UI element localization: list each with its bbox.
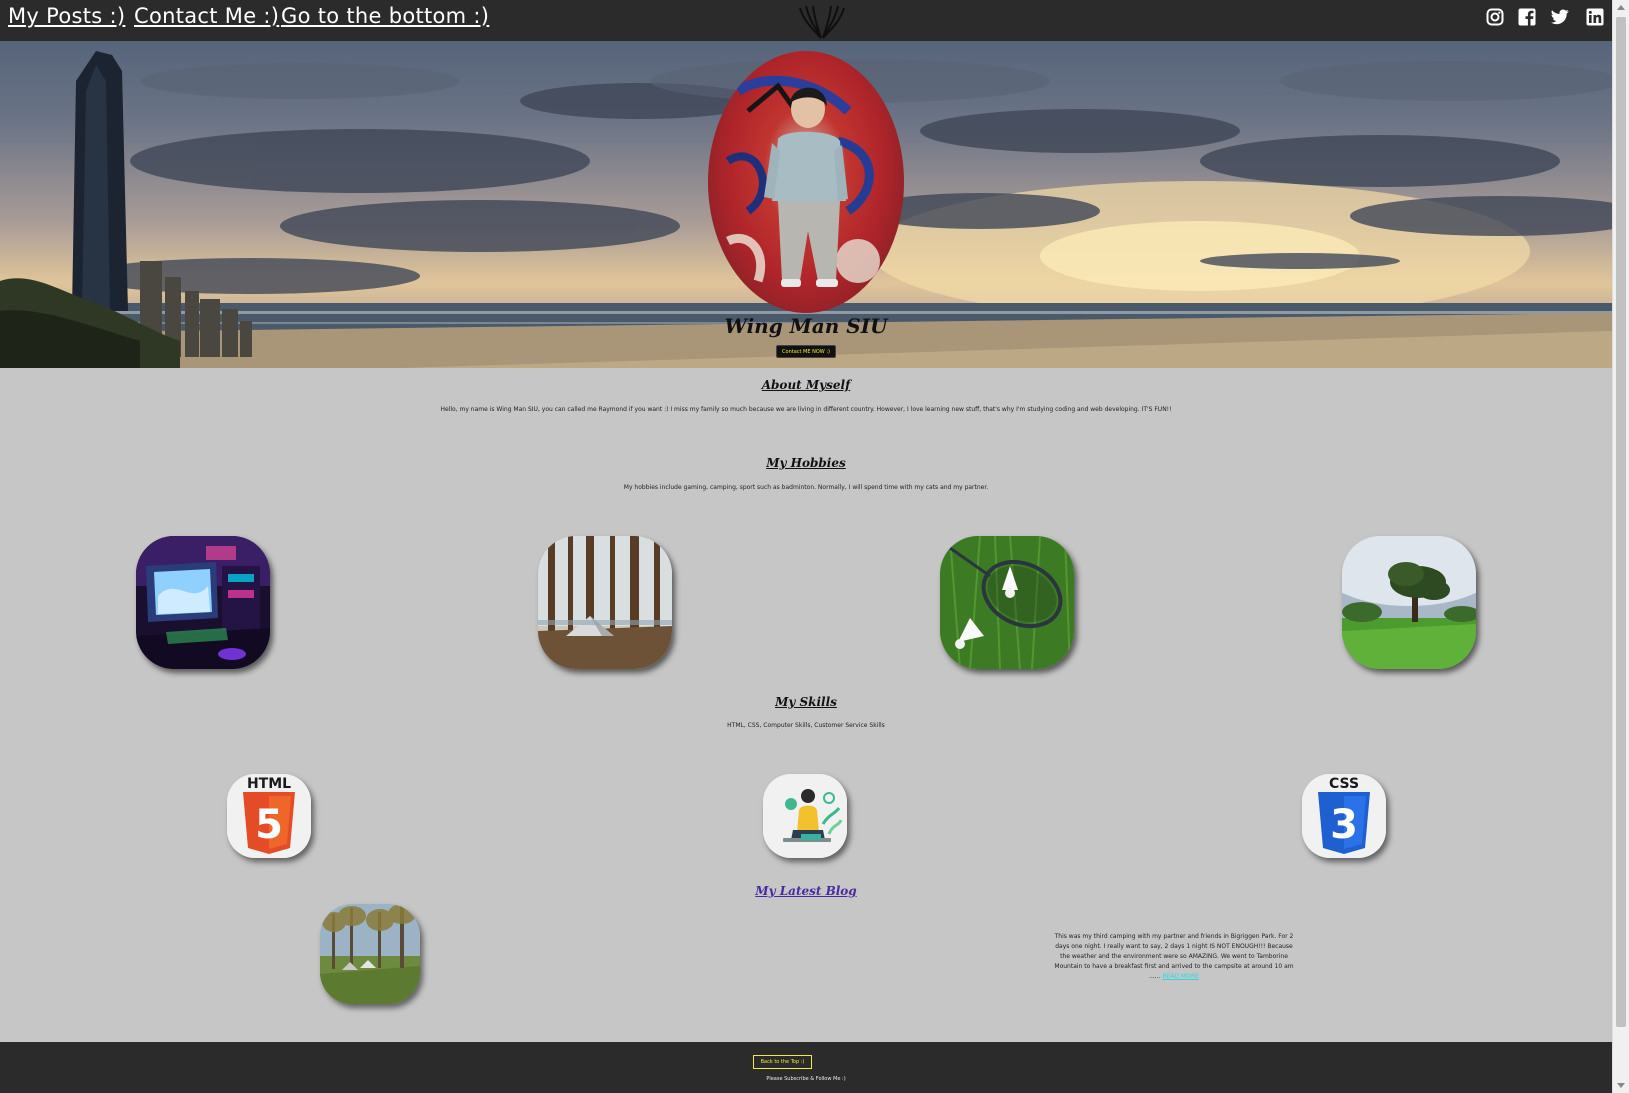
css-number: 3	[1330, 802, 1358, 848]
computer-skills-icon	[763, 774, 847, 858]
hobbies-text: My hobbies include gaming, camping, spor…	[623, 484, 989, 491]
skills-title: My Skills	[775, 695, 837, 709]
css-label: CSS	[1329, 776, 1359, 792]
contact-me-button[interactable]: Contact ME NOW :)	[776, 345, 836, 358]
linkedin-icon[interactable]	[1586, 8, 1604, 26]
nav-link-contact-me[interactable]: Contact Me :)	[134, 4, 279, 28]
css3-skill-icon: CSS 3	[1302, 774, 1386, 858]
hobbies-title: My Hobbies	[766, 456, 846, 470]
camping-tent-image	[538, 536, 672, 669]
html-number: 5	[255, 802, 283, 848]
scroll-down-arrow-icon[interactable]	[1617, 1083, 1625, 1088]
footer: Back to the Top :) Please Subscribe & Fo…	[0, 1042, 1612, 1093]
nav-link-my-posts[interactable]: My Posts :)	[8, 4, 125, 28]
facebook-icon[interactable]	[1518, 8, 1536, 26]
park-tree-image	[1342, 536, 1476, 669]
hero-banner: Wing Man SIU Contact ME NOW :)	[0, 41, 1612, 368]
html-label: HTML	[247, 776, 291, 792]
back-to-top-button[interactable]: Back to the Top :)	[753, 1055, 812, 1069]
blog-read-more-link[interactable]: READ MORE	[1162, 973, 1198, 980]
scrollbar-thumb[interactable]	[1616, 17, 1626, 1027]
vertical-scrollbar[interactable]	[1612, 0, 1629, 1093]
about-title: About Myself	[761, 378, 851, 392]
nav-link-go-to-bottom[interactable]: Go to the bottom :)	[281, 4, 489, 28]
top-navigation-bar: My Posts :) Contact Me :) Go to the bott…	[0, 0, 1612, 41]
skills-text: HTML, CSS, Computer Skills, Customer Ser…	[727, 722, 885, 729]
about-text: Hello, my name is Wing Man SIU, you can …	[440, 406, 1172, 413]
blog-excerpt: This was my third camping with my partne…	[1054, 932, 1294, 982]
instagram-icon[interactable]	[1486, 8, 1504, 26]
profile-name: Wing Man SIU	[724, 314, 888, 338]
gaming-setup-image	[136, 536, 270, 669]
latest-blog-title[interactable]: My Latest Blog	[0, 884, 1612, 898]
profile-photo	[708, 51, 904, 313]
html5-skill-icon: HTML 5	[227, 774, 311, 858]
blog-camping-image[interactable]	[320, 904, 420, 1004]
footer-note: Please Subscribe & Follow Me :)	[766, 1076, 846, 1082]
wings-logo-icon[interactable]	[794, 0, 850, 40]
twitter-icon[interactable]	[1551, 8, 1569, 26]
badminton-image	[940, 536, 1074, 669]
scroll-up-arrow-icon[interactable]	[1617, 5, 1625, 10]
